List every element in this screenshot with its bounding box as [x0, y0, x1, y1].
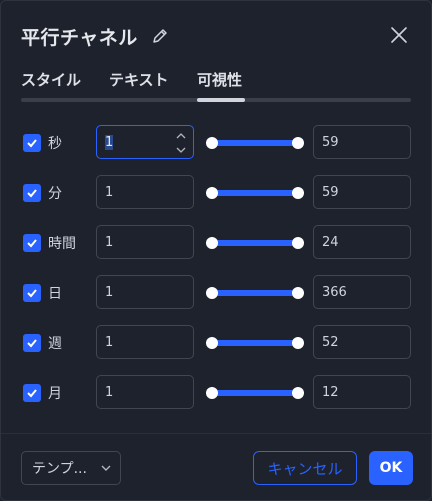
cancel-button[interactable]: キャンセル — [253, 451, 357, 485]
slider-track — [211, 390, 299, 396]
range-slider-weeks[interactable] — [206, 337, 304, 349]
max-input-weeks[interactable]: 52 — [313, 325, 411, 359]
dialog-header: 平行チャネル — [21, 21, 411, 51]
template-label: テンプ... — [32, 461, 87, 477]
range-slider-hours[interactable] — [206, 237, 304, 249]
close-icon[interactable] — [387, 23, 411, 47]
slider-min-handle[interactable] — [206, 287, 218, 299]
min-value: 1 — [105, 384, 114, 400]
checkmark-icon — [27, 339, 37, 348]
slider-track — [211, 340, 299, 346]
checkbox-hours[interactable] — [23, 234, 41, 252]
row-seconds: 秒 1 59 — [21, 125, 411, 161]
range-slider-months[interactable] — [206, 387, 304, 399]
max-value: 366 — [322, 284, 347, 300]
row-label: 秒 — [48, 136, 62, 152]
row-label: 日 — [48, 286, 62, 302]
min-input-seconds[interactable]: 1 — [96, 125, 194, 159]
checkbox-seconds[interactable] — [23, 134, 41, 152]
visibility-dialog: 平行チャネル スタイル テキスト 可視性 秒 1 59 分 1 59 時間 1 … — [0, 0, 432, 501]
tab-visibility[interactable]: 可視性 — [197, 69, 242, 90]
active-tab-indicator — [197, 98, 245, 102]
row-months: 月 1 12 — [21, 375, 411, 411]
row-label: 月 — [48, 386, 62, 402]
slider-max-handle[interactable] — [292, 237, 304, 249]
stepper-up-icon — [176, 133, 186, 139]
max-input-months[interactable]: 12 — [313, 375, 411, 409]
slider-track — [211, 240, 299, 246]
min-input-weeks[interactable]: 1 — [96, 325, 194, 359]
max-value: 12 — [322, 384, 339, 400]
checkbox-minutes[interactable] — [23, 184, 41, 202]
chevron-down-icon — [100, 462, 112, 474]
checkbox-days[interactable] — [23, 284, 41, 302]
pencil-icon[interactable] — [150, 26, 170, 46]
checkbox-weeks[interactable] — [23, 334, 41, 352]
checkmark-icon — [27, 139, 37, 148]
slider-track — [211, 290, 299, 296]
checkmark-icon — [27, 239, 37, 248]
slider-min-handle[interactable] — [206, 187, 218, 199]
dialog-title: 平行チャネル — [21, 26, 138, 49]
stepper-down-icon — [176, 147, 186, 153]
max-value: 52 — [322, 334, 339, 350]
range-slider-seconds[interactable] — [206, 137, 304, 149]
max-input-minutes[interactable]: 59 — [313, 175, 411, 209]
max-value: 59 — [322, 134, 339, 150]
slider-max-handle[interactable] — [292, 337, 304, 349]
slider-min-handle[interactable] — [206, 387, 218, 399]
checkmark-icon — [27, 389, 37, 398]
min-input-minutes[interactable]: 1 — [96, 175, 194, 209]
slider-min-handle[interactable] — [206, 237, 218, 249]
slider-max-handle[interactable] — [292, 387, 304, 399]
row-minutes: 分 1 59 — [21, 175, 411, 211]
min-input-days[interactable]: 1 — [96, 275, 194, 309]
row-weeks: 週 1 52 — [21, 325, 411, 361]
max-value: 24 — [322, 234, 339, 250]
min-input-months[interactable]: 1 — [96, 375, 194, 409]
slider-track — [211, 190, 299, 196]
row-hours: 時間 1 24 — [21, 225, 411, 261]
min-value: 1 — [105, 184, 114, 200]
stepper[interactable] — [175, 129, 187, 157]
row-label: 時間 — [48, 236, 76, 252]
range-slider-minutes[interactable] — [206, 187, 304, 199]
checkmark-icon — [27, 289, 37, 298]
min-value: 1 — [105, 284, 114, 300]
footer-divider — [1, 433, 431, 434]
slider-max-handle[interactable] — [292, 187, 304, 199]
slider-track — [211, 140, 299, 146]
min-value: 1 — [105, 234, 114, 250]
tab-style[interactable]: スタイル — [21, 69, 81, 90]
min-input-hours[interactable]: 1 — [96, 225, 194, 259]
tab-text[interactable]: テキスト — [109, 69, 169, 90]
max-input-seconds[interactable]: 59 — [313, 125, 411, 159]
checkmark-icon — [27, 189, 37, 198]
tab-bar: スタイル テキスト 可視性 — [21, 69, 411, 103]
min-value: 1 — [105, 334, 114, 350]
max-input-hours[interactable]: 24 — [313, 225, 411, 259]
range-slider-days[interactable] — [206, 287, 304, 299]
slider-max-handle[interactable] — [292, 287, 304, 299]
row-label: 分 — [48, 186, 62, 202]
min-value: 1 — [105, 134, 114, 150]
row-days: 日 1 366 — [21, 275, 411, 311]
ok-button[interactable]: OK — [369, 451, 413, 485]
row-label: 週 — [48, 336, 62, 352]
max-value: 59 — [322, 184, 339, 200]
max-input-days[interactable]: 366 — [313, 275, 411, 309]
slider-min-handle[interactable] — [206, 337, 218, 349]
template-dropdown[interactable]: テンプ... — [21, 451, 121, 485]
checkbox-months[interactable] — [23, 384, 41, 402]
slider-min-handle[interactable] — [206, 137, 218, 149]
slider-max-handle[interactable] — [292, 137, 304, 149]
